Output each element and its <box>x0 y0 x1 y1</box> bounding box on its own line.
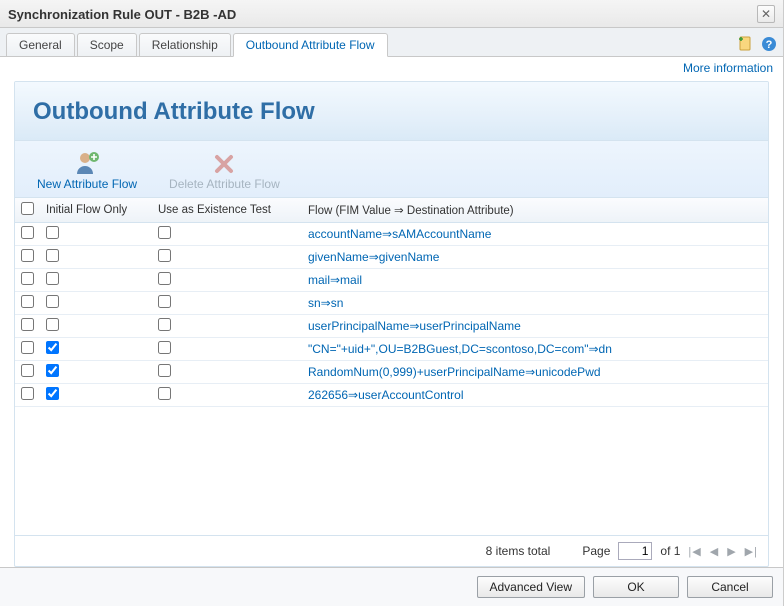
initial-flow-checkbox[interactable] <box>46 387 59 400</box>
row-select-checkbox[interactable] <box>21 341 34 354</box>
row-select-checkbox[interactable] <box>21 364 34 377</box>
new-attribute-flow-button[interactable]: New Attribute Flow <box>21 147 153 193</box>
table-row[interactable]: "CN="+uid+",OU=B2BGuest,DC=scontoso,DC=c… <box>15 338 768 361</box>
existence-test-checkbox[interactable] <box>158 226 171 239</box>
row-select-checkbox[interactable] <box>21 387 34 400</box>
existence-test-checkbox[interactable] <box>158 318 171 331</box>
help-icon[interactable]: ? <box>761 36 777 52</box>
row-select-checkbox[interactable] <box>21 226 34 239</box>
page-of-label: of 1 <box>660 544 680 558</box>
initial-flow-checkbox[interactable] <box>46 364 59 377</box>
delete-attribute-flow-button: Delete Attribute Flow <box>153 147 296 193</box>
column-header-existence[interactable]: Use as Existence Test <box>152 198 302 223</box>
toolbar: New Attribute Flow Delete Attribute Flow <box>15 141 768 198</box>
flow-link[interactable]: userPrincipalName⇒userPrincipalName <box>308 319 521 333</box>
page-input[interactable] <box>618 542 652 560</box>
tab-scope[interactable]: Scope <box>77 33 137 56</box>
flow-link[interactable]: sn⇒sn <box>308 296 343 310</box>
pager-last-icon[interactable]: ▶| <box>745 545 758 558</box>
toolbar-label: Delete Attribute Flow <box>169 177 280 191</box>
flow-link[interactable]: givenName⇒givenName <box>308 250 439 264</box>
initial-flow-checkbox[interactable] <box>46 226 59 239</box>
advanced-view-button[interactable]: Advanced View <box>477 576 586 598</box>
initial-flow-checkbox[interactable] <box>46 249 59 262</box>
flow-link[interactable]: "CN="+uid+",OU=B2BGuest,DC=scontoso,DC=c… <box>308 342 612 356</box>
row-select-checkbox[interactable] <box>21 295 34 308</box>
table-row[interactable]: RandomNum(0,999)+userPrincipalName⇒unico… <box>15 361 768 384</box>
attribute-flow-table: Initial Flow Only Use as Existence Test … <box>15 198 768 407</box>
initial-flow-checkbox[interactable] <box>46 272 59 285</box>
table-row[interactable]: 262656⇒userAccountControl <box>15 384 768 407</box>
existence-test-checkbox[interactable] <box>158 341 171 354</box>
close-icon[interactable]: ✕ <box>757 5 775 23</box>
row-select-checkbox[interactable] <box>21 272 34 285</box>
tab-strip: General Scope Relationship Outbound Attr… <box>0 28 783 57</box>
table-row[interactable]: mail⇒mail <box>15 269 768 292</box>
initial-flow-checkbox[interactable] <box>46 318 59 331</box>
initial-flow-checkbox[interactable] <box>46 295 59 308</box>
dialog-footer: Advanced View OK Cancel <box>0 567 783 606</box>
user-add-icon <box>73 149 101 177</box>
ok-button[interactable]: OK <box>593 576 679 598</box>
panel-title: Outbound Attribute Flow <box>33 98 750 126</box>
cancel-button[interactable]: Cancel <box>687 576 773 598</box>
flow-link[interactable]: accountName⇒sAMAccountName <box>308 227 491 241</box>
more-information-link[interactable]: More information <box>683 61 773 75</box>
column-header-initial[interactable]: Initial Flow Only <box>40 198 152 223</box>
existence-test-checkbox[interactable] <box>158 272 171 285</box>
svg-text:?: ? <box>766 39 773 51</box>
toolbar-label: New Attribute Flow <box>37 177 137 191</box>
panel-header: Outbound Attribute Flow <box>15 82 768 141</box>
table-row[interactable]: userPrincipalName⇒userPrincipalName <box>15 315 768 338</box>
pager-prev-icon[interactable]: ◀ <box>710 545 719 558</box>
page-label: Page <box>582 544 610 558</box>
pager: 8 items total Page of 1 |◀ ◀ ▶ ▶| <box>15 535 768 566</box>
tab-general[interactable]: General <box>6 33 75 56</box>
tab-relationship[interactable]: Relationship <box>139 33 231 56</box>
existence-test-checkbox[interactable] <box>158 387 171 400</box>
title-bar: Synchronization Rule OUT - B2B -AD ✕ <box>0 0 783 28</box>
delete-icon <box>210 149 238 177</box>
tab-outbound-attribute-flow[interactable]: Outbound Attribute Flow <box>233 33 388 57</box>
new-item-icon[interactable] <box>737 36 753 52</box>
pager-first-icon[interactable]: |◀ <box>688 545 701 558</box>
pager-next-icon[interactable]: ▶ <box>727 545 736 558</box>
existence-test-checkbox[interactable] <box>158 364 171 377</box>
flow-link[interactable]: mail⇒mail <box>308 273 362 287</box>
existence-test-checkbox[interactable] <box>158 295 171 308</box>
items-total-label: 8 items total <box>486 544 551 558</box>
table-row[interactable]: accountName⇒sAMAccountName <box>15 223 768 246</box>
flow-link[interactable]: RandomNum(0,999)+userPrincipalName⇒unico… <box>308 365 601 379</box>
row-select-checkbox[interactable] <box>21 318 34 331</box>
column-header-flow[interactable]: Flow (FIM Value ⇒ Destination Attribute) <box>302 198 768 223</box>
flow-link[interactable]: 262656⇒userAccountControl <box>308 388 463 402</box>
table-row[interactable]: sn⇒sn <box>15 292 768 315</box>
initial-flow-checkbox[interactable] <box>46 341 59 354</box>
table-row[interactable]: givenName⇒givenName <box>15 246 768 269</box>
row-select-checkbox[interactable] <box>21 249 34 262</box>
window-title: Synchronization Rule OUT - B2B -AD <box>8 7 236 22</box>
select-all-checkbox[interactable] <box>21 202 34 215</box>
existence-test-checkbox[interactable] <box>158 249 171 262</box>
